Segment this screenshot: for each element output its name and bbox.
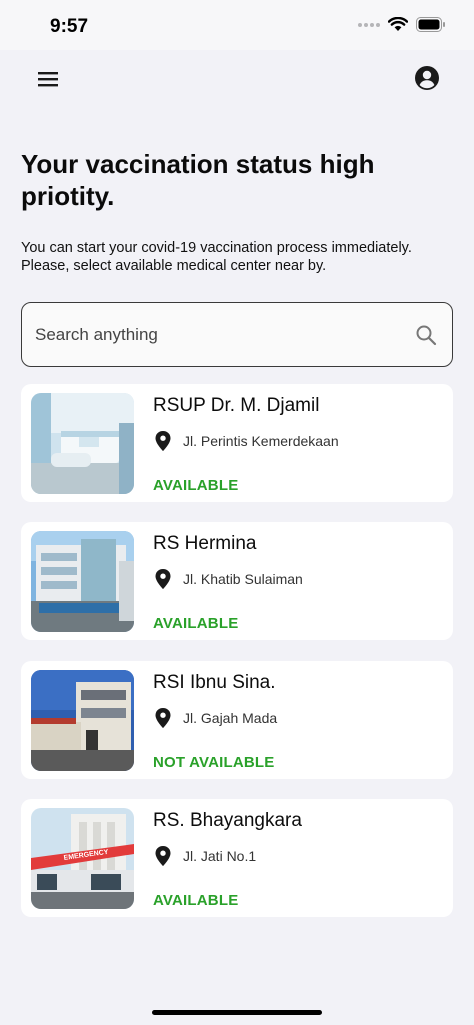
account-circle-icon[interactable] <box>414 65 440 91</box>
app-bar <box>0 50 474 110</box>
center-name: RSUP Dr. M. Djamil <box>153 395 320 416</box>
center-location: Jl. Khatib Sulaiman <box>155 569 303 589</box>
center-location: Jl. Perintis Kemerdekaan <box>155 431 339 451</box>
medical-center-card[interactable]: RS Hermina Jl. Khatib Sulaiman AVAILABLE <box>21 522 453 640</box>
location-pin-icon <box>155 431 171 451</box>
hospital-thumbnail <box>31 670 134 771</box>
center-name: RSI Ibnu Sina. <box>153 672 276 693</box>
center-location: Jl. Gajah Mada <box>155 708 277 728</box>
availability-status: NOT AVAILABLE <box>153 754 275 771</box>
home-indicator[interactable] <box>152 1010 322 1015</box>
battery-icon <box>416 17 445 32</box>
search-box[interactable] <box>21 302 453 367</box>
center-address: Jl. Gajah Mada <box>183 710 278 726</box>
availability-status: AVAILABLE <box>153 892 239 909</box>
hospital-thumbnail <box>31 393 134 494</box>
status-time: 9:57 <box>50 16 89 37</box>
medical-center-card[interactable]: RSI Ibnu Sina. Jl. Gajah Mada NOT AVAILA… <box>21 661 453 779</box>
hospital-thumbnail: EMERGENCY <box>31 808 134 909</box>
hamburger-menu-icon[interactable] <box>34 66 62 92</box>
cellular-signal-icon <box>358 22 380 27</box>
medical-center-card[interactable]: EMERGENCY RS. Bhayangkara Jl. Jati No.1 … <box>21 799 453 917</box>
center-address: Jl. Khatib Sulaiman <box>183 571 303 587</box>
hospital-thumbnail <box>31 531 134 632</box>
center-name: RS Hermina <box>153 533 257 554</box>
page-subtitle: You can start your covid-19 vaccination … <box>21 240 412 274</box>
page-title: Your vaccination status high priotity. <box>21 149 375 211</box>
availability-status: AVAILABLE <box>153 477 239 494</box>
location-pin-icon <box>155 846 171 866</box>
location-pin-icon <box>155 708 171 728</box>
medical-center-card[interactable]: RSUP Dr. M. Djamil Jl. Perintis Kemerdek… <box>21 384 453 502</box>
status-bar: 9:57 <box>0 0 474 50</box>
wifi-icon <box>388 17 408 31</box>
center-location: Jl. Jati No.1 <box>155 846 256 866</box>
center-name: RS. Bhayangkara <box>153 810 302 831</box>
center-address: Jl. Perintis Kemerdekaan <box>183 433 339 449</box>
search-icon[interactable] <box>414 323 438 347</box>
availability-status: AVAILABLE <box>153 615 239 632</box>
status-icons <box>358 17 446 32</box>
location-pin-icon <box>155 569 171 589</box>
center-address: Jl. Jati No.1 <box>183 848 257 864</box>
search-input[interactable] <box>35 324 414 345</box>
